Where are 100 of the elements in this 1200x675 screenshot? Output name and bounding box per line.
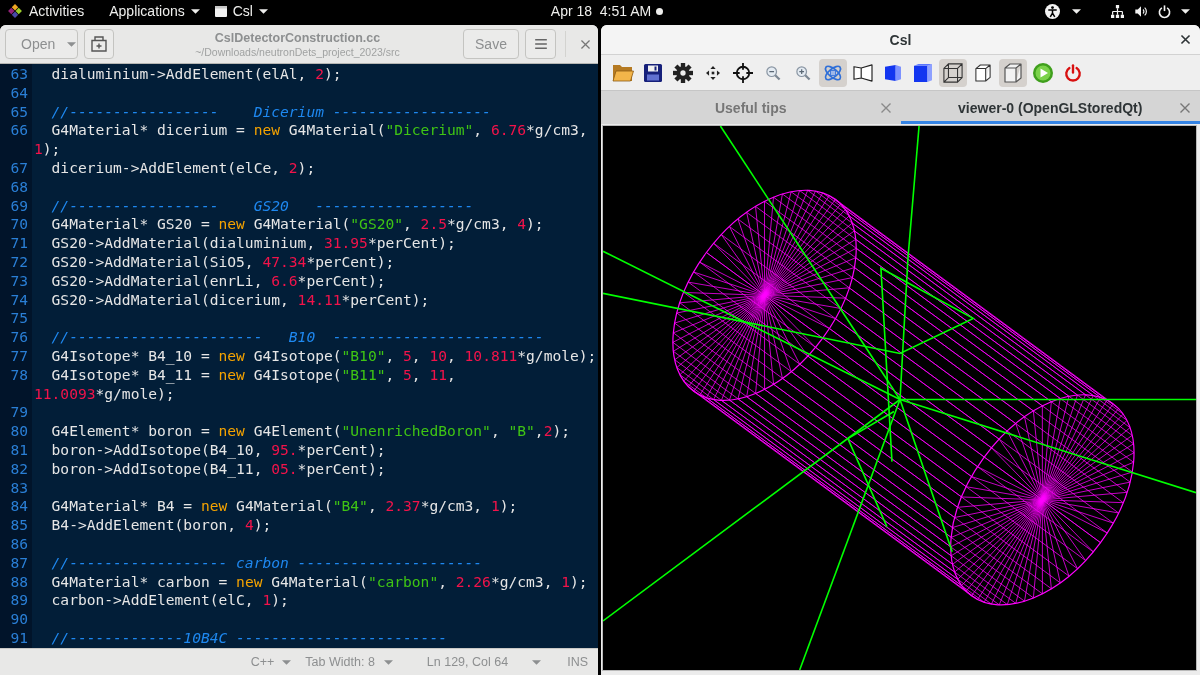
- line-number: 85: [10, 516, 28, 535]
- code-line: G4Material* carbon = new G4Material("carbon", 2.26*g/cm3, 1);: [50, 572, 588, 592]
- caret-icon: [532, 659, 542, 665]
- line-number: 75: [10, 309, 28, 329]
- app-menu[interactable]: Csl: [212, 0, 278, 22]
- caret-icon: [1181, 8, 1190, 14]
- logo-icon: [8, 4, 22, 18]
- code-line: GS20->AddMaterial(SiO5, 47.34*perCent);: [50, 252, 395, 272]
- cube-icon: [975, 63, 991, 82]
- accessibility-icon: [1045, 3, 1060, 19]
- line-number: 64: [10, 83, 28, 103]
- activities-button[interactable]: Activities: [0, 0, 97, 22]
- line-number: 91: [10, 628, 28, 648]
- line-number: 80: [10, 422, 28, 441]
- code-line: G4Material* GS20 = new G4Material("GS20", 2.5*g/cm3, 4);: [50, 215, 544, 235]
- code-line: //---------------------- B10 ------------------------: [50, 328, 544, 347]
- wireframe-cube-icon: [943, 62, 963, 83]
- document-title: CslDetectorConstruction.cc: [214, 30, 381, 45]
- line-number: 76: [10, 328, 28, 347]
- save-button[interactable]: Save: [463, 29, 519, 59]
- code-line: //------------------ carbon ---------------------: [50, 553, 483, 573]
- line-number: 86: [10, 534, 28, 554]
- line-number: 71: [10, 234, 28, 253]
- code-line: G4Isotope* B4_11 = new G4Isotope("B11", 5, 11, 11.0093*g/mole);: [34, 365, 457, 404]
- code-line: //----------------- GS20 ------------------: [50, 196, 474, 216]
- line-number: 81: [10, 440, 28, 460]
- code-editor[interactable]: [0, 64, 598, 648]
- caret-icon: [1072, 8, 1081, 14]
- folder-icon: [612, 63, 634, 82]
- close-icon[interactable]: [1181, 35, 1190, 44]
- caret-icon: [190, 8, 200, 14]
- line-number: 83: [10, 478, 28, 498]
- line-number: 74: [10, 290, 28, 310]
- line-number: 66: [10, 121, 28, 141]
- code-line: G4Element* boron = new G4Element("UnenrichedBoron", "B",2);: [50, 422, 570, 441]
- frustum-icon: [853, 63, 873, 82]
- zoom-out-icon: [766, 65, 780, 80]
- network-icon: [1111, 4, 1124, 18]
- line-number: 70: [10, 215, 28, 235]
- line-number: 65: [10, 102, 28, 122]
- line-number: 84: [10, 497, 28, 517]
- power-icon: [1064, 63, 1082, 82]
- line-number: 68: [10, 177, 28, 197]
- line-number: 63: [10, 65, 28, 84]
- zoom-in-icon: [796, 65, 810, 80]
- cube-icon: [1004, 62, 1022, 83]
- line-number: 87: [10, 553, 28, 573]
- cursor-position-dropdown[interactable]: Ln 129, Col 64: [420, 650, 548, 674]
- caret-icon: [258, 8, 268, 14]
- code-line: GS20->AddMaterial(dicerium, 14.11*perCent);: [50, 290, 430, 310]
- line-number: 88: [10, 572, 28, 592]
- line-number: 77: [10, 346, 28, 366]
- power-icon: [1158, 4, 1171, 18]
- document-path: ~/Downloads/neutronDets_project_2023/src: [195, 45, 400, 58]
- language-dropdown[interactable]: C++: [244, 650, 298, 674]
- line-number: 89: [10, 591, 28, 611]
- code-line: //-------------10B4C ------------------------: [50, 628, 447, 648]
- insert-mode-label: INS: [567, 655, 588, 669]
- tab[interactable]: Useful tips: [601, 91, 901, 124]
- code-line: boron->AddIsotope(B4_10, 95.*perCent);: [50, 440, 386, 460]
- line-number: 73: [10, 271, 28, 291]
- volume-icon: [1134, 4, 1148, 18]
- code-line: GS20->AddMaterial(dialuminium, 31.95*perCent);: [50, 234, 456, 253]
- code-line: B4->AddElement(boron, 4);: [50, 516, 272, 535]
- gear-icon: [673, 62, 693, 83]
- move-arrows-icon: [706, 65, 720, 80]
- solid-cube-icon: [914, 63, 932, 82]
- line-number: 78: [10, 365, 28, 385]
- line-number: 82: [10, 459, 28, 479]
- clock-button[interactable]: Apr 18 4:51 AM: [536, 0, 664, 22]
- play-icon: [1033, 62, 1053, 83]
- code-line: boron->AddIsotope(B4_11, 05.*perCent);: [50, 459, 386, 479]
- orbit-icon: [823, 62, 843, 83]
- menu-button[interactable]: [525, 29, 556, 59]
- code-line: dialuminium->AddElement(elAl, 2);: [50, 65, 342, 84]
- line-number: 90: [10, 610, 28, 629]
- line-number: 72: [10, 252, 28, 272]
- line-number: 79: [10, 403, 28, 423]
- code-line: GS20->AddMaterial(enrLi, 6.6*perCent);: [50, 271, 386, 291]
- line-number: 67: [10, 159, 28, 178]
- window-title: Csl: [889, 31, 912, 48]
- code-line: G4Material* dicerium = new G4Material("Dicerium", 6.76*g/cm3, 1);: [34, 121, 589, 159]
- caret-icon: [67, 41, 77, 47]
- code-line: carbon->AddElement(elC, 1);: [50, 591, 289, 611]
- window-icon: [214, 5, 227, 17]
- code-line: dicerium->AddElement(elCe, 2);: [50, 159, 316, 178]
- caret-icon: [383, 659, 393, 665]
- toolbar-button[interactable]: [939, 58, 967, 87]
- crosshair-icon: [733, 62, 753, 83]
- applications-menu[interactable]: Applications: [96, 0, 213, 22]
- menu-icon: [534, 39, 547, 49]
- code-line: G4Isotope* B4_10 = new G4Isotope("B10", 5, 10, 10.811*g/mole);: [50, 346, 597, 366]
- tab-width-dropdown[interactable]: Tab Width: 8: [299, 650, 399, 674]
- caret-icon: [282, 659, 292, 665]
- new-tab-icon: [91, 36, 107, 52]
- new-tab-button[interactable]: [84, 29, 114, 59]
- code-line: G4Material* B4 = new G4Material("B4", 2.37*g/cm3, 1);: [50, 497, 518, 517]
- open-button[interactable]: Open: [5, 29, 78, 59]
- line-number: 69: [10, 196, 28, 216]
- solid-box-icon: [885, 63, 901, 82]
